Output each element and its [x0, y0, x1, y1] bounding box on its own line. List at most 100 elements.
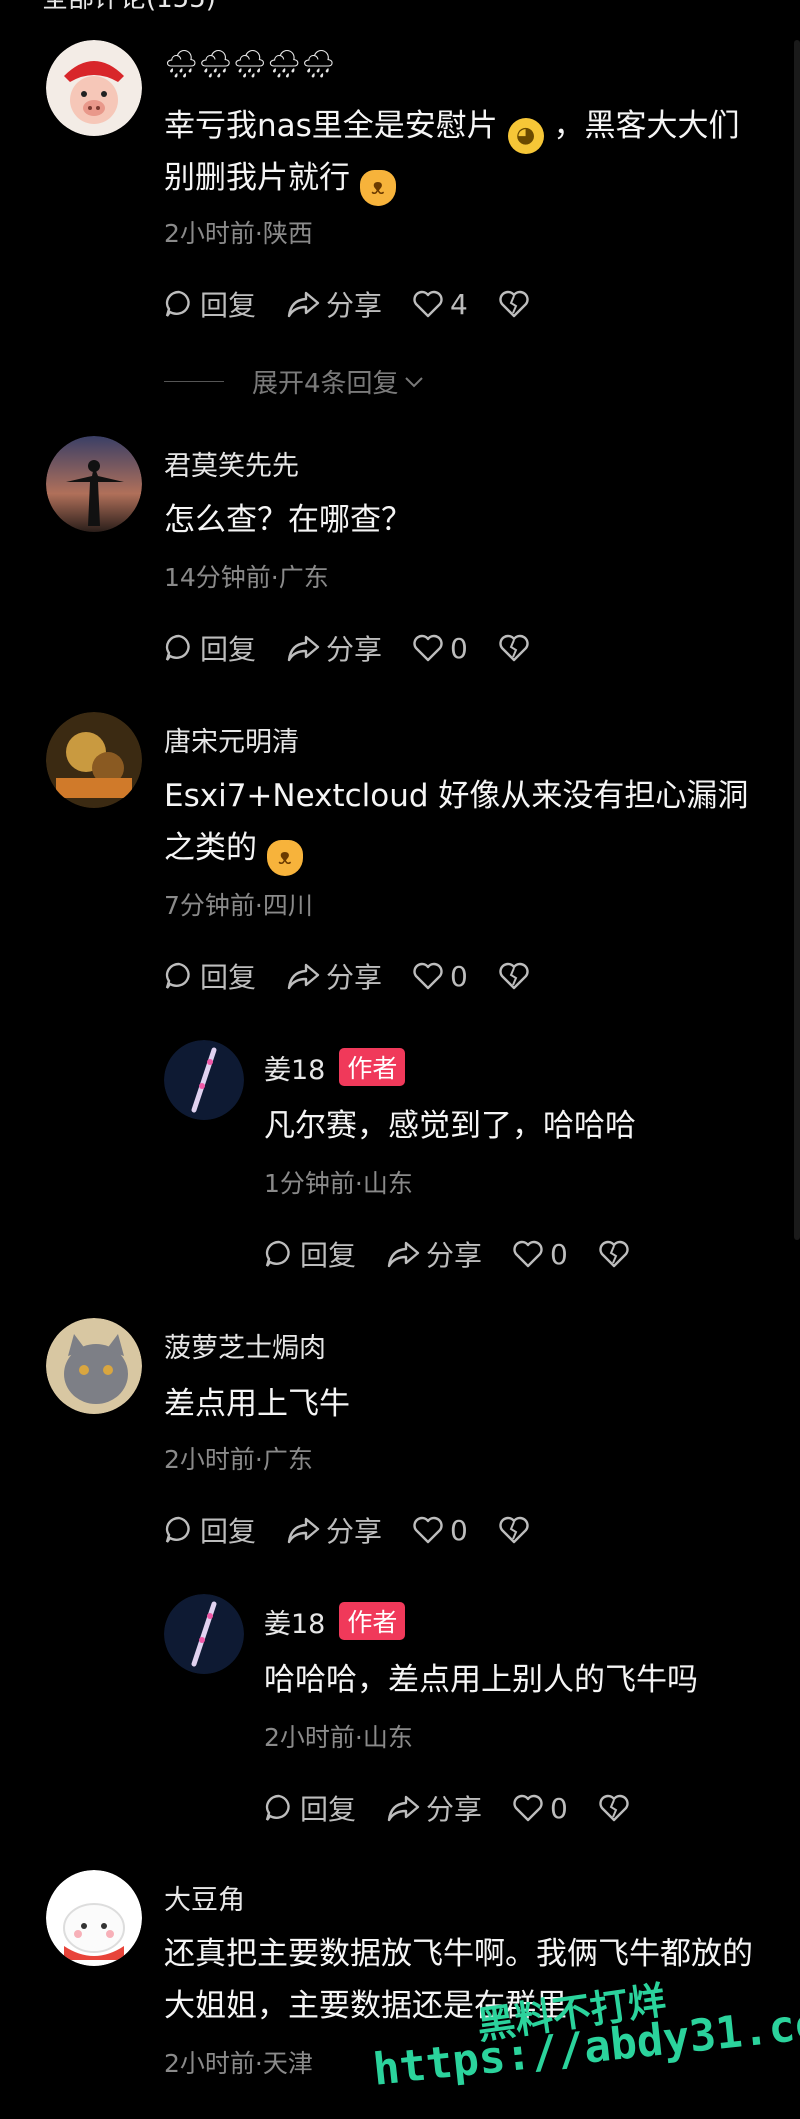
broken-heart-icon: [599, 1794, 629, 1822]
share-arrow-icon: [287, 635, 320, 662]
username[interactable]: 大豆角: [164, 1878, 245, 1917]
comments-header: 全部评论(155): [42, 0, 216, 12]
dislike-button[interactable]: [498, 633, 536, 663]
comment-text-line2: 之类的 ᴥ: [164, 822, 303, 876]
author-badge: 作者: [339, 1602, 406, 1640]
share-button[interactable]: 分享: [386, 1788, 482, 1828]
comment-text-part: 别删我片就行: [164, 160, 350, 196]
comment-actions: 回复 分享 0: [264, 1236, 666, 1272]
comment-meta: 2小时前·广东: [164, 1445, 313, 1474]
comment-actions: 回复 分享 4: [164, 286, 566, 322]
comment-actions: 回复 分享 0: [164, 1512, 566, 1548]
reply-bubble-icon: [265, 1240, 290, 1267]
dislike-button[interactable]: [498, 289, 536, 319]
dislike-button[interactable]: [598, 1793, 636, 1823]
like-count: 4: [450, 287, 468, 321]
comment-text: 怎么查？在哪查？: [164, 502, 412, 538]
share-label: 分享: [426, 1793, 483, 1826]
broken-heart-icon: [599, 1240, 629, 1268]
share-label: 分享: [326, 961, 383, 994]
reply-label: 回复: [300, 1793, 357, 1826]
comment-text-part: 幸亏我nas里全是安慰片: [164, 108, 498, 144]
reply-button[interactable]: 回复: [164, 956, 256, 996]
sunset-person-avatar-icon: [46, 436, 142, 532]
username[interactable]: 唐宋元明清: [164, 720, 299, 759]
heart-icon: [413, 962, 443, 990]
reply-bubble-icon: [165, 290, 190, 317]
like-button[interactable]: 0: [512, 1238, 568, 1271]
comment-text: Esxi7+Nextcloud 好像从来没有担心漏洞: [164, 778, 749, 814]
comment-meta: 1分钟前·山东: [264, 1169, 413, 1198]
avatar[interactable]: [46, 1870, 142, 1966]
reply-bubble-icon: [165, 962, 190, 989]
reply-button[interactable]: 回复: [264, 1788, 356, 1828]
cat-face-icon: ᴥ: [266, 840, 303, 876]
like-button[interactable]: 0: [412, 632, 468, 665]
share-button[interactable]: 分享: [286, 284, 382, 324]
like-count: 0: [550, 1237, 568, 1271]
comment-text: 幸亏我nas里全是安慰片 ◕ ，黑客大大们: [164, 100, 740, 154]
share-label: 分享: [326, 289, 383, 322]
comment-text: 哈哈哈，差点用上别人的飞牛吗: [264, 1662, 698, 1698]
heart-icon: [413, 634, 443, 662]
heart-icon: [513, 1794, 543, 1822]
heart-icon: [513, 1240, 543, 1268]
comment-meta: 2小时前·陕西: [164, 219, 313, 248]
wand-avatar-icon: [164, 1594, 244, 1674]
dislike-button[interactable]: [498, 961, 536, 991]
avatar[interactable]: [164, 1040, 244, 1120]
comment-meta: 2小时前·天津: [164, 2049, 313, 2078]
comment-actions: 回复 分享 0: [164, 958, 566, 994]
username-text: 姜18: [264, 1609, 326, 1640]
share-button[interactable]: 分享: [386, 1234, 482, 1274]
like-count: 0: [450, 631, 468, 665]
avatar[interactable]: [46, 436, 142, 532]
reply-label: 回复: [200, 633, 257, 666]
like-button[interactable]: 4: [412, 288, 468, 321]
avatar[interactable]: [46, 40, 142, 136]
dislike-button[interactable]: [498, 1515, 536, 1545]
cartoon-cat-avatar-icon: [46, 1870, 142, 1966]
like-button[interactable]: 0: [412, 1514, 468, 1547]
username-text: 姜18: [264, 1055, 326, 1086]
like-count: 0: [450, 1513, 468, 1547]
reply-bubble-icon: [165, 1516, 190, 1543]
username[interactable]: 🌧🌧🌧🌧🌧: [164, 48, 335, 80]
dislike-button[interactable]: [598, 1239, 636, 1269]
reply-button[interactable]: 回复: [164, 628, 256, 668]
expand-label: 展开4条回复: [252, 369, 399, 399]
share-arrow-icon: [287, 1517, 320, 1544]
share-button[interactable]: 分享: [286, 1510, 382, 1550]
reply-bubble-icon: [165, 634, 190, 661]
broken-heart-icon: [499, 1516, 529, 1544]
share-label: 分享: [326, 1515, 383, 1548]
like-count: 0: [450, 959, 468, 993]
comment-text-part: 之类的: [164, 830, 257, 866]
share-arrow-icon: [387, 1241, 420, 1268]
share-arrow-icon: [287, 291, 320, 318]
reply-label: 回复: [200, 961, 257, 994]
share-button[interactable]: 分享: [286, 628, 382, 668]
pig-avatar-icon: [46, 40, 142, 136]
scrollbar[interactable]: [794, 40, 800, 1240]
like-button[interactable]: 0: [412, 960, 468, 993]
avatar[interactable]: [46, 712, 142, 808]
username[interactable]: 姜18 作者: [264, 1602, 406, 1641]
comment-actions: 回复 分享 0: [264, 1790, 666, 1826]
reply-button[interactable]: 回复: [164, 1510, 256, 1550]
reply-button[interactable]: 回复: [264, 1234, 356, 1274]
wand-avatar-icon: [164, 1040, 244, 1120]
expand-replies-button[interactable]: 展开4条回复: [164, 363, 425, 400]
comment-meta: 7分钟前·四川: [164, 891, 313, 920]
avatar[interactable]: [164, 1594, 244, 1674]
comment-text: 还真把主要数据放飞牛啊。我俩飞牛都放的: [164, 1936, 753, 1972]
comment-actions: 回复 分享 0: [164, 630, 566, 666]
username[interactable]: 君莫笑先先: [164, 444, 299, 483]
comment-text-part: ，黑客大大们: [553, 108, 740, 144]
reply-button[interactable]: 回复: [164, 284, 256, 324]
like-button[interactable]: 0: [512, 1792, 568, 1825]
share-button[interactable]: 分享: [286, 956, 382, 996]
username[interactable]: 菠萝芝士焗肉: [164, 1326, 326, 1365]
username[interactable]: 姜18 作者: [264, 1048, 406, 1087]
avatar[interactable]: [46, 1318, 142, 1414]
